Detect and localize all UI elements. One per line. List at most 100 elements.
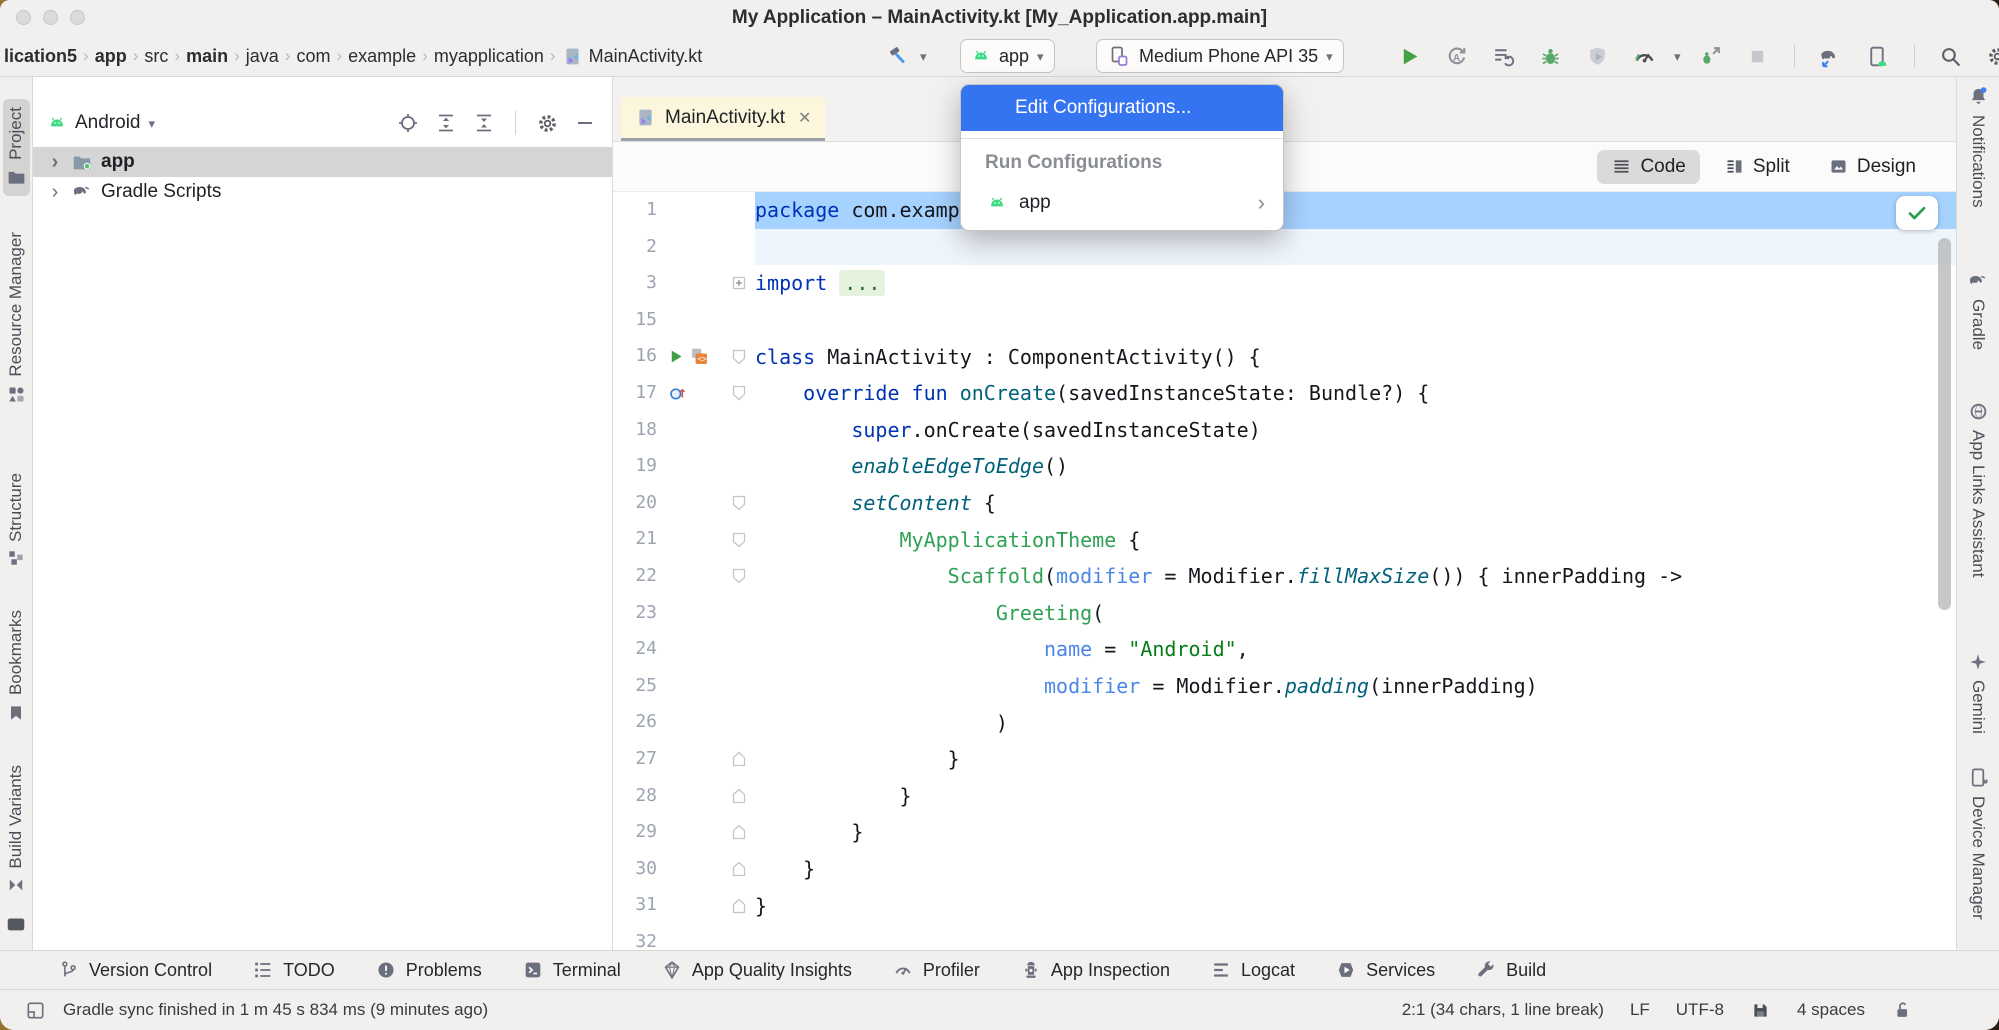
caret-position[interactable]: 2:1 (34 chars, 1 line break) [1402, 1000, 1604, 1020]
minimize-window-button[interactable] [43, 10, 58, 25]
project-view-selector[interactable]: Android [75, 112, 141, 134]
breadcrumb-item-example[interactable]: example [346, 46, 418, 67]
tool-window-anchor-icon[interactable] [5, 913, 27, 940]
settings-button[interactable] [1981, 39, 1999, 73]
chevron-down-icon[interactable]: ▾ [920, 50, 927, 63]
tool-window-button-services[interactable]: Services [1335, 959, 1435, 981]
fold-open-icon[interactable] [732, 532, 746, 548]
tree-row-app[interactable]: ›app [33, 147, 612, 177]
code-line-22[interactable]: 22 Scaffold(modifier = Modifier.fillMaxS… [613, 558, 1956, 595]
expand-all-button[interactable] [433, 110, 459, 136]
run-configuration-dropdown[interactable]: app ▾ [960, 39, 1055, 73]
chevron-down-icon[interactable]: ▾ [149, 117, 156, 130]
sidebar-item-gemini[interactable]: Gemini [1964, 643, 1992, 742]
code-line-27[interactable]: 27 } [613, 741, 1956, 778]
device-dropdown[interactable]: Medium Phone API 35 ▾ [1096, 39, 1344, 73]
code-line-15[interactable]: 15 [613, 302, 1956, 339]
write-access[interactable] [1891, 999, 1913, 1021]
code-area[interactable]: 1package com.example.myapplication23impo… [613, 192, 1956, 950]
breadcrumb-item-app[interactable]: app [93, 46, 129, 67]
sync-gradle-button[interactable] [1814, 39, 1848, 73]
tool-window-button-todo[interactable]: TODO [252, 959, 335, 981]
mode-split-button[interactable]: Split [1710, 150, 1804, 184]
breadcrumb-item-myapplication[interactable]: myapplication [432, 46, 546, 67]
fold-open-icon[interactable] [732, 349, 746, 365]
run-gutter-icon[interactable] [667, 347, 686, 366]
debug-button[interactable] [1533, 39, 1567, 73]
device-manager-button[interactable] [1861, 39, 1895, 73]
code-line-16[interactable]: 16<>class MainActivity : ComponentActivi… [613, 338, 1956, 375]
apply-code-changes-button[interactable] [1486, 39, 1520, 73]
code-line-30[interactable]: 30 } [613, 851, 1956, 888]
indent-setting[interactable]: 4 spaces [1797, 1000, 1865, 1020]
code-line-18[interactable]: 18 super.onCreate(savedInstanceState) [613, 412, 1956, 449]
apply-changes-button[interactable]: A [1439, 39, 1473, 73]
sidebar-item-project[interactable]: Project [3, 99, 30, 196]
editor-scrollbar[interactable] [1938, 238, 1951, 610]
tool-window-button-app-inspection[interactable]: App Inspection [1020, 959, 1170, 981]
sidebar-item-app-links-assistant[interactable]: App Links Assistant [1964, 392, 1993, 585]
mode-code-button[interactable]: Code [1597, 150, 1699, 184]
tool-window-button-profiler[interactable]: Profiler [892, 959, 980, 981]
collapse-all-button[interactable] [471, 110, 497, 136]
breadcrumb-item-main[interactable]: main [184, 46, 230, 67]
options-button[interactable] [534, 110, 560, 136]
fold-close-icon[interactable] [732, 898, 746, 914]
breadcrumb-item-lication5[interactable]: lication5 [2, 46, 79, 67]
sidebar-item-notifications[interactable]: Notifications [1964, 77, 1993, 216]
fold-open-icon[interactable] [732, 568, 746, 584]
fold-plus-icon[interactable] [732, 276, 746, 290]
menu-item-app[interactable]: app › [961, 182, 1283, 224]
code-line-3[interactable]: 3import ... [613, 265, 1956, 302]
code-line-32[interactable]: 32 [613, 924, 1956, 950]
tab-mainactivity[interactable]: MainActivity.kt ✕ [621, 97, 825, 141]
sidebar-item-resource-manager[interactable]: Resource Manager [3, 224, 30, 413]
code-line-25[interactable]: 25 modifier = Modifier.padding(innerPadd… [613, 668, 1956, 705]
code-line-23[interactable]: 23 Greeting( [613, 595, 1956, 632]
encoding[interactable]: UTF-8 [1676, 1000, 1724, 1020]
menu-item-edit-configurations[interactable]: Edit Configurations... [961, 85, 1283, 131]
tree-row-gradle-scripts[interactable]: ›Gradle Scripts [33, 177, 612, 207]
preview-gutter-icon[interactable]: <> [689, 346, 710, 367]
fold-close-icon[interactable] [732, 824, 746, 840]
tool-window-button-terminal[interactable]: Terminal [522, 959, 621, 981]
close-window-button[interactable] [16, 10, 31, 25]
zoom-window-button[interactable] [70, 10, 85, 25]
breadcrumb-item-mainactivity-kt[interactable]: MainActivity.kt [560, 46, 705, 67]
mode-design-button[interactable]: Design [1814, 150, 1930, 184]
sidebar-item-structure[interactable]: Structure [3, 465, 29, 577]
profiler-button[interactable] [1627, 39, 1661, 73]
code-line-26[interactable]: 26 ) [613, 704, 1956, 741]
chevron-right-icon[interactable]: › [47, 181, 63, 204]
tool-window-button-logcat[interactable]: Logcat [1210, 959, 1295, 981]
fold-close-icon[interactable] [732, 861, 746, 877]
code-line-29[interactable]: 29 } [613, 814, 1956, 851]
breadcrumb-item-src[interactable]: src [142, 46, 170, 67]
stop-button[interactable] [1741, 39, 1775, 73]
code-line-19[interactable]: 19 enableEdgeToEdge() [613, 448, 1956, 485]
code-line-31[interactable]: 31} [613, 887, 1956, 924]
sidebar-item-device-manager[interactable]: Device Manager [1964, 758, 1993, 928]
breadcrumb-item-com[interactable]: com [294, 46, 332, 67]
fold-open-icon[interactable] [732, 385, 746, 401]
save-indicator[interactable] [1750, 1000, 1771, 1021]
breadcrumb-item-java[interactable]: java [244, 46, 281, 67]
build-project-button[interactable] [880, 39, 914, 73]
line-ending[interactable]: LF [1630, 1000, 1650, 1020]
code-line-24[interactable]: 24 name = "Android", [613, 631, 1956, 668]
code-line-20[interactable]: 20 setContent { [613, 485, 1956, 522]
attach-debugger-button[interactable] [1694, 39, 1728, 73]
code-line-21[interactable]: 21 MyApplicationTheme { [613, 521, 1956, 558]
sidebar-item-gradle[interactable]: Gradle [1964, 262, 1992, 358]
tool-window-layout-icon[interactable] [24, 999, 47, 1022]
inspection-status-widget[interactable] [1896, 196, 1938, 230]
chevron-down-icon[interactable]: ▾ [1674, 50, 1681, 63]
override-gutter-icon[interactable] [667, 383, 688, 404]
sidebar-item-build-variants[interactable]: Build Variants [3, 757, 29, 904]
sidebar-item-bookmarks[interactable]: Bookmarks [3, 602, 29, 730]
code-line-28[interactable]: 28 } [613, 778, 1956, 815]
run-button[interactable] [1392, 39, 1426, 73]
close-icon[interactable]: ✕ [798, 108, 811, 128]
tool-window-button-app-quality-insights[interactable]: App Quality Insights [661, 959, 852, 981]
tool-window-button-build[interactable]: Build [1475, 959, 1546, 981]
